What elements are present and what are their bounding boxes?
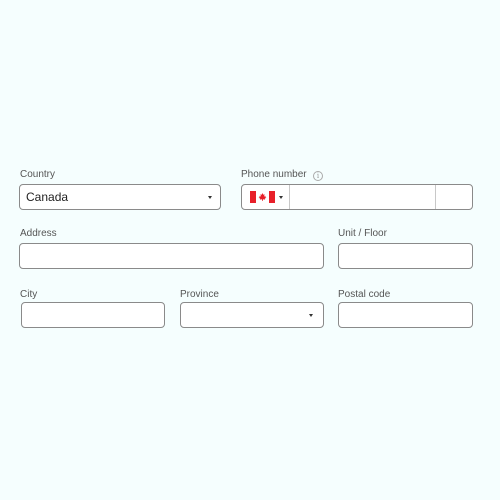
canada-flag-icon: [250, 191, 275, 203]
address-label: Address: [20, 228, 57, 239]
unit-floor-input[interactable]: [338, 243, 473, 269]
country-label: Country: [20, 169, 56, 180]
country-select[interactable]: Canada: [19, 184, 221, 210]
phone-number-input[interactable]: [290, 185, 435, 209]
unit-label: Unit / Floor: [338, 228, 387, 239]
province-label: Province: [180, 289, 219, 300]
chevron-down-icon: [208, 196, 212, 199]
phone-field-group: [241, 184, 473, 210]
info-icon[interactable]: i: [313, 171, 323, 181]
phone-label: Phone number: [241, 169, 307, 180]
phone-country-select[interactable]: [242, 185, 289, 209]
city-input[interactable]: [21, 302, 165, 328]
address-input[interactable]: [19, 243, 324, 269]
country-select-value: Canada: [26, 190, 69, 204]
province-select[interactable]: [180, 302, 324, 328]
phone-extension-input[interactable]: [436, 185, 472, 209]
city-label: City: [20, 289, 38, 300]
chevron-down-icon: [279, 196, 283, 199]
chevron-down-icon: [309, 314, 313, 317]
postal-code-input[interactable]: [338, 302, 473, 328]
postal-code-label: Postal code: [338, 289, 391, 300]
